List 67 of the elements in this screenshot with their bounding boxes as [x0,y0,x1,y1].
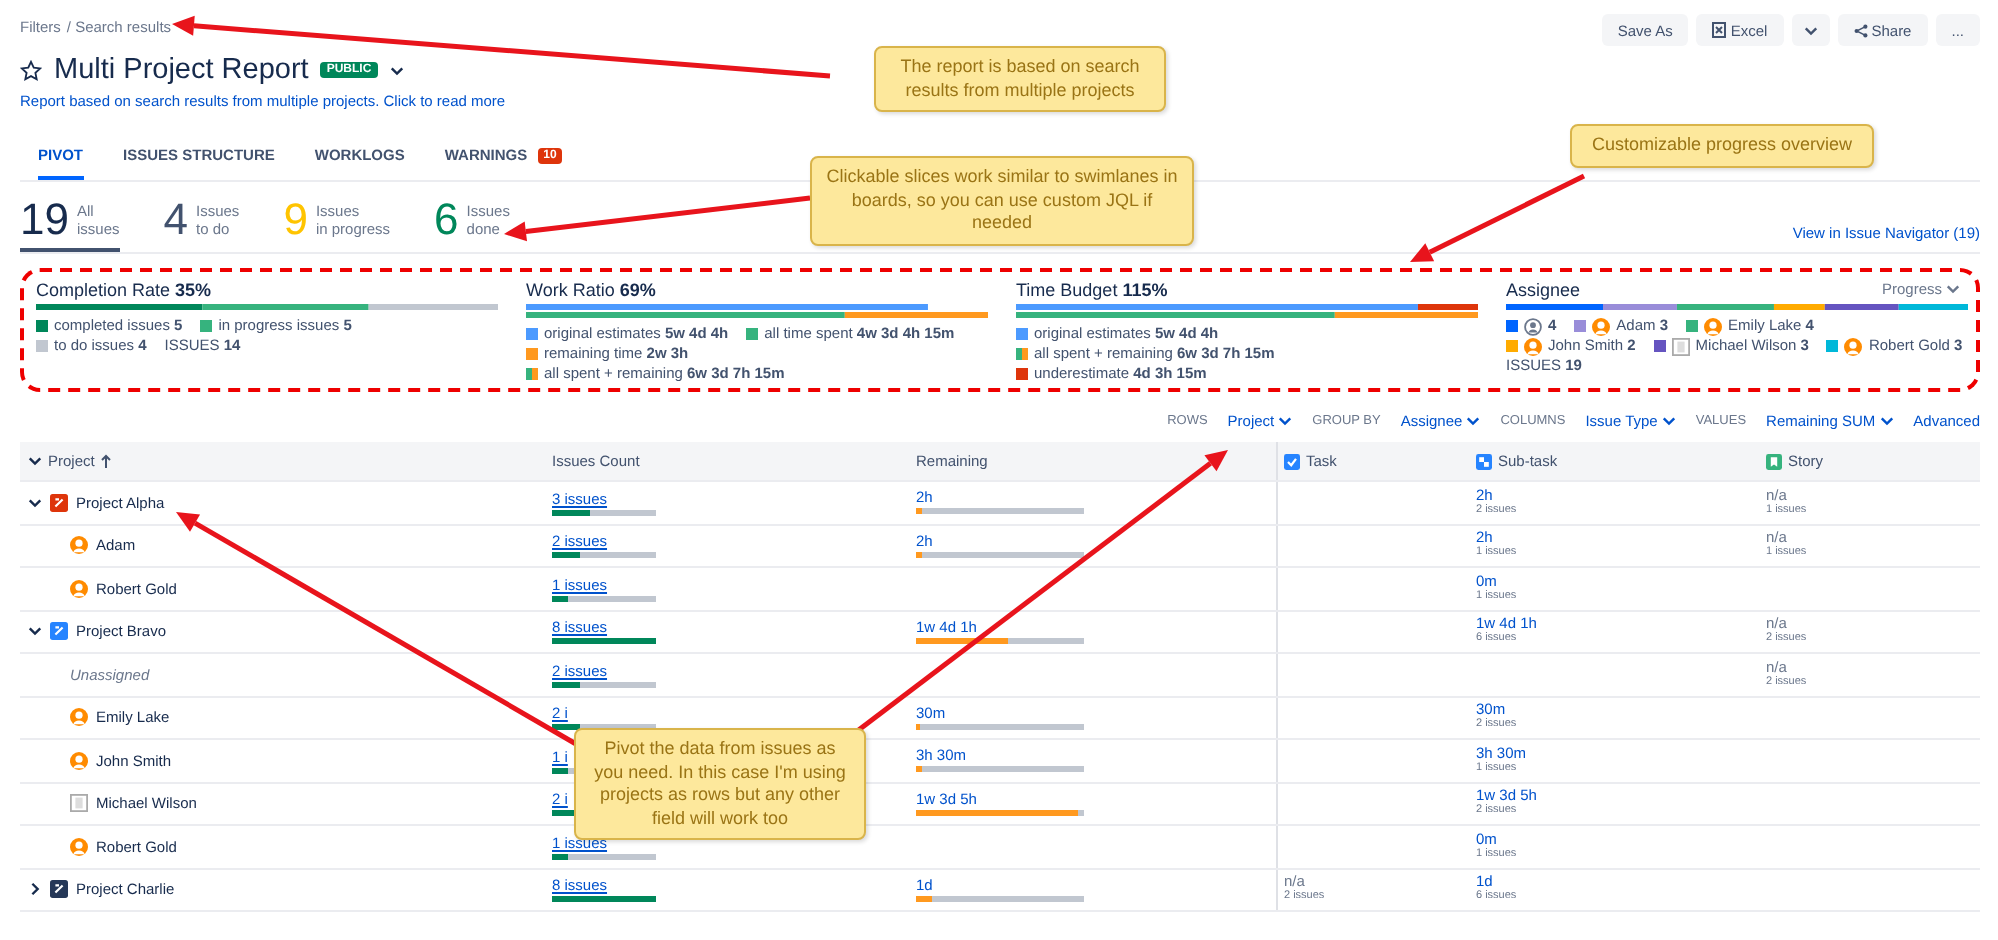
count-number: 6 [434,194,459,246]
project-icon [50,493,68,512]
avatar-icon [70,794,88,813]
star-icon[interactable] [20,59,42,81]
caret-icon [1946,284,1960,294]
report-title: Multi Project Report [54,54,309,86]
expand-chevron-icon[interactable] [30,882,40,897]
annotation-callout: Customizable progress overview [1570,124,1874,167]
avatar-icon [1592,317,1611,335]
bar-segment[interactable] [526,304,928,310]
project-icon [50,880,68,899]
export-dropdown-button[interactable] [1791,14,1830,46]
avatar-icon [1704,317,1723,335]
avatar-icon [1671,337,1690,355]
bar-segment[interactable] [1506,304,1603,310]
section-title: Assignee [1506,280,1581,300]
bar-segment[interactable] [1334,312,1478,318]
project-icon [50,622,68,641]
collapse-chevron-icon[interactable] [28,626,42,637]
bar-segment[interactable] [1824,304,1899,310]
avatar-icon [70,837,88,856]
collapse-all-icon [28,456,42,466]
annotation-callout: The report is based on search results from multiple projects [874,46,1166,112]
count-number: 9 [283,194,308,246]
bar-segment[interactable] [1603,304,1677,310]
bar-segment[interactable] [526,312,845,318]
bar-segment[interactable] [368,304,498,310]
annotation-callout: Pivot the data from issues as you need. In this case I'm using projects as rows but any other field will work too [574,728,866,840]
caret-icon [1803,25,1818,35]
chevron-icon [30,882,40,897]
avatar-icon [1524,337,1542,355]
bar-segment[interactable] [1417,304,1478,310]
section-title: Completion Rate 35% [36,280,212,300]
caret-icon [389,65,404,75]
bar-segment[interactable] [1016,312,1335,318]
bar-segment[interactable] [36,304,203,310]
avatar-icon [1524,317,1542,335]
bar-segment[interactable] [1898,304,1968,310]
bar-segment[interactable] [1676,304,1774,310]
caret-icon [1278,416,1293,426]
subtask-icon [1476,453,1492,469]
section-title: Work Ratio 69% [526,280,656,300]
caret-icon [1466,416,1481,426]
avatar-icon [70,536,88,555]
chevron-icon [28,497,42,508]
bar-segment[interactable] [1016,304,1418,310]
avatar-icon [1844,337,1863,355]
count-number: 19 [20,194,69,246]
checkbox-icon [1284,453,1300,469]
section-title: Time Budget 115% [1016,280,1168,300]
spreadsheet-icon [1712,22,1727,38]
bar-segment[interactable] [844,312,988,318]
collapse-chevron-icon[interactable] [28,497,42,508]
avatar-icon [70,751,88,770]
caret-icon [1661,416,1676,426]
caret-icon [1879,416,1894,426]
count-number: 4 [163,194,188,246]
bar-segment[interactable] [1773,304,1825,310]
avatar-icon [70,708,88,727]
avatar-icon [70,579,88,598]
annotation-callout: Clickable slices work similar to swimlanes in boards, so you can use custom JQL if needed [810,156,1194,245]
sort-arrow-icon [100,453,113,469]
bookmark-icon [1766,453,1782,469]
chevron-icon [28,626,42,637]
bar-segment[interactable] [202,304,369,310]
title-dropdown[interactable] [389,65,404,75]
share-icon [1853,23,1868,37]
